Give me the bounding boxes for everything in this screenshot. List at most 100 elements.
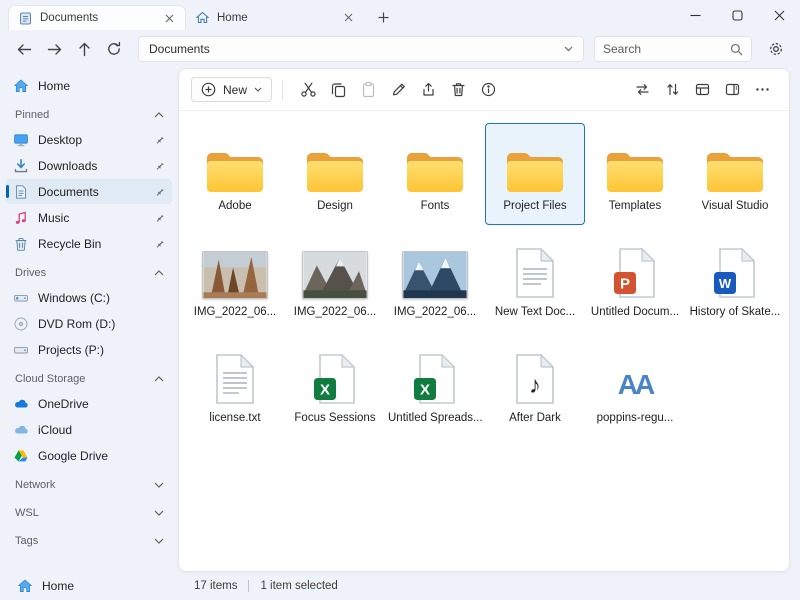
desktop-icon	[13, 132, 29, 148]
file-item[interactable]: P Untitled Docum...	[585, 229, 685, 331]
file-item[interactable]: W History of Skate...	[685, 229, 785, 331]
file-item[interactable]: Fonts	[385, 123, 485, 225]
sidebar-item-icloud[interactable]: iCloud	[6, 417, 172, 442]
word-file-icon: W	[712, 237, 758, 299]
dvd-disc-icon	[13, 316, 29, 332]
tab-label: Home	[217, 12, 333, 24]
chevron-up-icon[interactable]	[154, 376, 164, 382]
powerpoint-file-icon: P	[612, 237, 658, 299]
file-item[interactable]: license.txt	[185, 335, 285, 437]
rename-icon[interactable]	[383, 75, 413, 105]
chevron-down-icon[interactable]	[564, 46, 573, 52]
item-count: 17 items	[194, 580, 237, 592]
file-item[interactable]: IMG_2022_06...	[185, 229, 285, 331]
sidebar-section-cloud-storage[interactable]: Cloud Storage	[6, 367, 172, 390]
close-tab-icon[interactable]	[340, 10, 356, 26]
file-item[interactable]: X Untitled Spreads...	[385, 335, 485, 437]
file-name: IMG_2022_06...	[394, 306, 476, 318]
forward-button[interactable]	[40, 35, 68, 63]
sidebar-item-label: Google Drive	[38, 449, 165, 463]
file-item[interactable]: Templates	[585, 123, 685, 225]
preview-pane-icon[interactable]	[717, 75, 747, 105]
close-button[interactable]	[758, 0, 800, 30]
new-button[interactable]: New	[191, 77, 272, 102]
file-name: Untitled Spreads...	[388, 412, 482, 424]
sidebar-item-windows-c[interactable]: Windows (C:)	[6, 285, 172, 310]
file-item[interactable]: New Text Doc...	[485, 229, 585, 331]
settings-gear-icon[interactable]	[762, 35, 790, 63]
sidebar-item-music[interactable]: Music	[6, 205, 172, 230]
file-name: History of Skate...	[690, 306, 781, 318]
sync-icon[interactable]	[627, 75, 657, 105]
sidebar-item-recycle-bin[interactable]: Recycle Bin	[6, 231, 172, 256]
sidebar-item-home-bottom[interactable]: Home	[10, 574, 168, 598]
sidebar-section-drives[interactable]: Drives	[6, 261, 172, 284]
file-item[interactable]: Design	[285, 123, 385, 225]
file-item[interactable]: IMG_2022_06...	[285, 229, 385, 331]
image-thumbnail-icon	[302, 237, 368, 299]
view-options-icon[interactable]	[687, 75, 717, 105]
share-icon[interactable]	[413, 75, 443, 105]
sidebar-item-label: iCloud	[38, 423, 165, 437]
toolbar-right-group	[627, 75, 777, 105]
file-item[interactable]: X Focus Sessions	[285, 335, 385, 437]
new-tab-button[interactable]	[370, 5, 396, 30]
file-name: Visual Studio	[702, 200, 769, 212]
sidebar-item-onedrive[interactable]: OneDrive	[6, 391, 172, 416]
chevron-down-icon[interactable]	[154, 510, 164, 516]
file-item[interactable]: Visual Studio	[685, 123, 785, 225]
cut-icon[interactable]	[293, 75, 323, 105]
recycle-bin-icon	[13, 236, 29, 252]
sidebar-item-documents[interactable]: Documents	[6, 179, 172, 204]
sidebar-item-home[interactable]: Home	[6, 73, 172, 98]
minimize-button[interactable]	[674, 0, 716, 30]
maximize-button[interactable]	[716, 0, 758, 30]
chevron-up-icon[interactable]	[154, 270, 164, 276]
documents-icon	[13, 184, 29, 200]
up-button[interactable]	[70, 35, 98, 63]
window-controls	[674, 0, 800, 30]
file-item[interactable]: IMG_2022_06...	[385, 229, 485, 331]
paste-icon[interactable]	[353, 75, 383, 105]
sidebar-item-google-drive[interactable]: Google Drive	[6, 443, 172, 468]
refresh-button[interactable]	[100, 35, 128, 63]
sidebar-section-wsl[interactable]: WSL	[6, 501, 172, 524]
file-item[interactable]: Adobe	[185, 123, 285, 225]
delete-icon[interactable]	[443, 75, 473, 105]
file-name: IMG_2022_06...	[194, 306, 276, 318]
tab-home[interactable]: Home	[186, 5, 364, 30]
sort-icon[interactable]	[657, 75, 687, 105]
chevron-down-icon[interactable]	[154, 482, 164, 488]
address-bar[interactable]: Documents	[138, 36, 584, 62]
sidebar-section-network[interactable]: Network	[6, 473, 172, 496]
sidebar-item-dvd-d[interactable]: DVD Rom (D:)	[6, 311, 172, 336]
pin-icon	[154, 160, 165, 171]
search-box[interactable]	[594, 36, 752, 62]
onedrive-cloud-icon	[13, 396, 29, 412]
file-item[interactable]: ♪ After Dark	[485, 335, 585, 437]
file-grid: Adobe Design Fonts Project Files Templat…	[179, 111, 789, 449]
chevron-up-icon[interactable]	[154, 112, 164, 118]
music-note-icon	[13, 210, 29, 226]
chevron-down-icon[interactable]	[154, 538, 164, 544]
sidebar-item-label: Recycle Bin	[38, 237, 145, 251]
sidebar-item-downloads[interactable]: Downloads	[6, 153, 172, 178]
icloud-icon	[13, 422, 29, 438]
sidebar-item-desktop[interactable]: Desktop	[6, 127, 172, 152]
folder-icon	[406, 131, 464, 193]
address-text: Documents	[149, 42, 564, 56]
tab-documents[interactable]: Documents	[8, 5, 186, 30]
sidebar-section-pinned[interactable]: Pinned	[6, 103, 172, 126]
file-item-selected[interactable]: Project Files	[485, 123, 585, 225]
file-name: New Text Doc...	[495, 306, 575, 318]
back-button[interactable]	[10, 35, 38, 63]
tab-strip: Documents Home	[0, 0, 396, 30]
search-input[interactable]	[603, 42, 730, 56]
sidebar-item-projects-p[interactable]: Projects (P:)	[6, 337, 172, 362]
info-icon[interactable]	[473, 75, 503, 105]
file-item[interactable]: AA poppins-regu...	[585, 335, 685, 437]
copy-icon[interactable]	[323, 75, 353, 105]
close-tab-icon[interactable]	[161, 10, 177, 26]
more-icon[interactable]	[747, 75, 777, 105]
sidebar-section-tags[interactable]: Tags	[6, 529, 172, 552]
